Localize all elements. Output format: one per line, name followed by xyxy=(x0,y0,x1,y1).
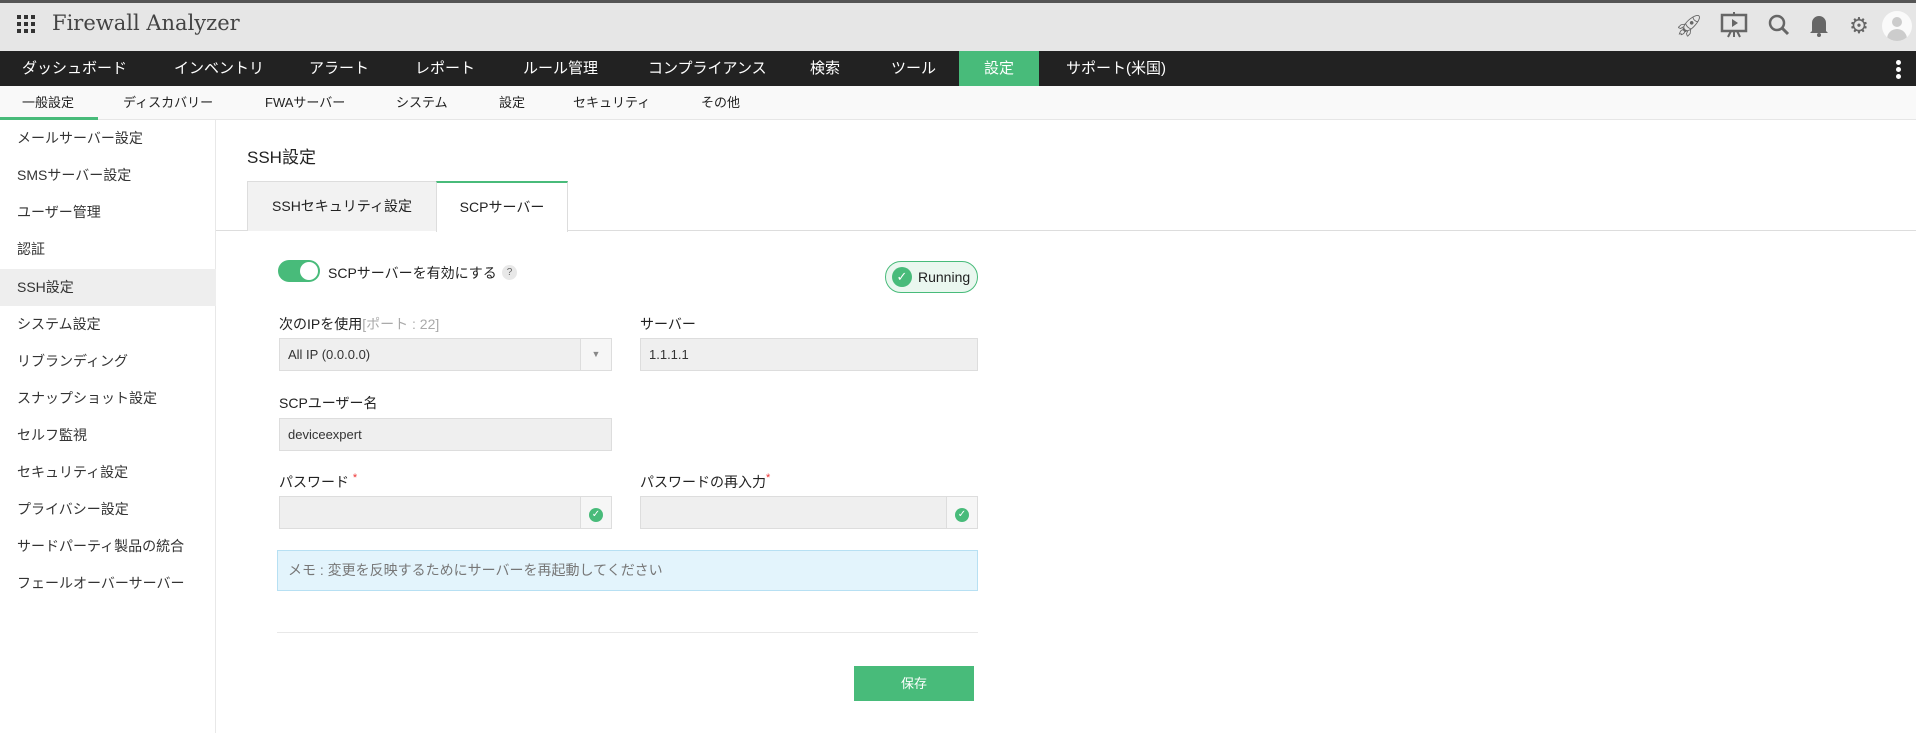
password-confirm-label-text: パスワードの再入力 xyxy=(640,474,766,490)
nav-dashboard[interactable]: ダッシュボード xyxy=(22,51,127,86)
sidebar-item-third-party[interactable]: サードパーティ製品の統合 xyxy=(0,528,216,565)
gear-icon[interactable]: ⚙ xyxy=(1846,13,1872,39)
check-icon: ✓ xyxy=(892,267,912,287)
presentation-icon[interactable] xyxy=(1720,12,1748,38)
valid-icon: ✓ xyxy=(946,497,977,528)
sidebar-item-snapshot[interactable]: スナップショット設定 xyxy=(0,380,216,417)
subnav-settings[interactable]: 設定 xyxy=(499,86,525,120)
nav-tools[interactable]: ツール xyxy=(891,51,936,86)
nav-reports[interactable]: レポート xyxy=(415,51,475,86)
app-title: Firewall Analyzer xyxy=(52,11,240,35)
subnav-general[interactable]: 一般設定 xyxy=(22,86,74,120)
sub-nav: 一般設定 ディスカバリー FWAサーバー システム 設定 セキュリティ その他 xyxy=(0,86,1916,120)
ip-label-text: 次のIPを使用 xyxy=(279,316,363,332)
nav-settings[interactable]: 設定 xyxy=(959,51,1039,86)
sidebar-item-privacy[interactable]: プライバシー設定 xyxy=(0,491,216,528)
subnav-fwa-server[interactable]: FWAサーバー xyxy=(265,86,345,120)
subnav-discovery[interactable]: ディスカバリー xyxy=(123,86,213,120)
rocket-icon[interactable]: 🚀︎ xyxy=(1675,13,1703,39)
server-input[interactable]: 1.1.1.1 xyxy=(640,338,978,371)
bell-icon[interactable] xyxy=(1806,13,1832,39)
divider xyxy=(277,632,978,633)
status-badge: ✓ Running xyxy=(885,261,978,293)
scp-user-input[interactable]: deviceexpert xyxy=(279,418,612,451)
subnav-other[interactable]: その他 xyxy=(701,86,740,120)
sidebar: メールサーバー設定 SMSサーバー設定 ユーザー管理 認証 SSH設定 システム… xyxy=(0,120,216,733)
ip-select[interactable]: All IP (0.0.0.0) ▼ xyxy=(279,338,612,371)
ip-select-value: All IP (0.0.0.0) xyxy=(288,347,371,362)
port-hint: [ポート : 22] xyxy=(362,316,440,332)
server-label: サーバー xyxy=(640,316,696,332)
help-icon[interactable]: ? xyxy=(502,265,517,280)
ip-label: 次のIPを使用[ポート : 22] xyxy=(279,314,439,334)
valid-icon: ✓ xyxy=(580,497,611,528)
password-label-text: パスワード xyxy=(279,474,349,490)
sidebar-item-sms-server[interactable]: SMSサーバー設定 xyxy=(0,157,216,194)
password-confirm-input[interactable]: ✓ xyxy=(640,496,978,529)
main-nav: ダッシュボード インベントリ アラート レポート ルール管理 コンプライアンス … xyxy=(0,51,1916,86)
nav-rule-management[interactable]: ルール管理 xyxy=(523,51,598,86)
nav-inventory[interactable]: インベントリ xyxy=(174,51,264,86)
more-menu-icon[interactable] xyxy=(1896,58,1902,81)
tab-scp-server[interactable]: SCPサーバー xyxy=(436,181,568,232)
apps-grid-icon[interactable] xyxy=(17,15,35,33)
nav-support[interactable]: サポート(米国) xyxy=(1066,51,1166,86)
password-input[interactable]: ✓ xyxy=(279,496,612,529)
password-confirm-label: パスワードの再入力* xyxy=(640,472,770,492)
nav-compliance[interactable]: コンプライアンス xyxy=(648,51,767,86)
sidebar-item-security[interactable]: セキュリティ設定 xyxy=(0,454,216,491)
enable-scp-label: SCPサーバーを有効にする xyxy=(328,265,497,281)
restart-note: メモ : 変更を反映するためにサーバーを再起動してください xyxy=(277,550,978,591)
subnav-system[interactable]: システム xyxy=(396,86,448,120)
sidebar-item-system-settings[interactable]: システム設定 xyxy=(0,306,216,343)
nav-alerts[interactable]: アラート xyxy=(309,51,369,86)
top-bar xyxy=(0,0,1916,51)
sidebar-item-mail-server[interactable]: メールサーバー設定 xyxy=(0,120,216,157)
search-icon[interactable] xyxy=(1766,13,1792,39)
chevron-down-icon: ▼ xyxy=(580,339,611,370)
subnav-security[interactable]: セキュリティ xyxy=(573,86,650,120)
tab-ssh-security[interactable]: SSHセキュリティ設定 xyxy=(247,181,437,231)
save-button[interactable]: 保存 xyxy=(854,666,974,701)
page-title: SSH設定 xyxy=(247,148,316,167)
scp-user-label: SCPユーザー名 xyxy=(279,395,378,411)
required-mark: * xyxy=(766,472,771,484)
sidebar-item-authentication[interactable]: 認証 xyxy=(0,231,216,268)
sidebar-item-self-monitoring[interactable]: セルフ監視 xyxy=(0,417,216,454)
enable-scp-toggle[interactable] xyxy=(278,260,320,282)
required-mark: * xyxy=(352,472,358,484)
avatar[interactable] xyxy=(1882,11,1912,41)
sidebar-item-user-management[interactable]: ユーザー管理 xyxy=(0,194,216,231)
sidebar-item-rebranding[interactable]: リブランディング xyxy=(0,343,216,380)
nav-search[interactable]: 検索 xyxy=(810,51,840,86)
sidebar-item-ssh[interactable]: SSH設定 xyxy=(0,269,216,306)
sidebar-item-failover[interactable]: フェールオーバーサーバー xyxy=(0,565,216,602)
status-text: Running xyxy=(918,269,971,285)
password-label: パスワード * xyxy=(279,472,357,492)
